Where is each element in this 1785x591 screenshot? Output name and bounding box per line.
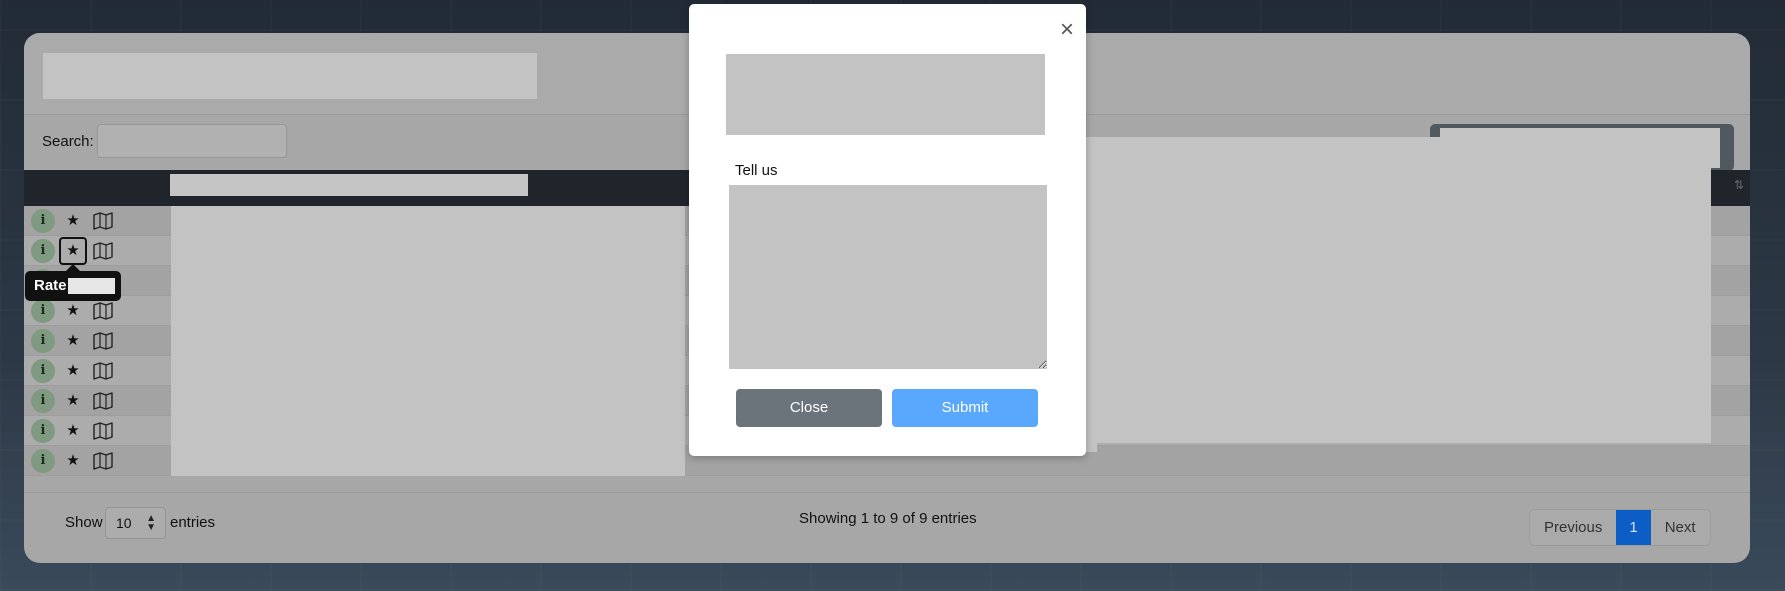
star-icon[interactable]: ★ [59,297,87,325]
star-icon[interactable]: ★ [59,327,87,355]
feedback-modal: × Tell us Close Submit [689,4,1086,456]
map-icon[interactable] [92,240,114,262]
map-icon[interactable] [92,420,114,442]
sort-icon[interactable]: ⇅ [1734,178,1744,192]
page-title-redacted [43,53,537,99]
star-icon[interactable]: ★ [59,387,87,415]
star-icon[interactable]: ★ [59,417,87,445]
map-icon[interactable] [92,450,114,472]
info-icon[interactable]: i [31,239,55,263]
map-icon[interactable] [92,300,114,322]
map-icon[interactable] [92,330,114,352]
entries-label: entries [170,514,216,531]
tooltip-redacted [68,278,115,294]
info-icon[interactable]: i [31,389,55,413]
previous-page-button[interactable]: Previous [1530,510,1617,545]
page-1-button[interactable]: 1 [1616,510,1651,545]
close-icon[interactable]: × [1060,18,1074,42]
info-icon[interactable]: i [31,209,55,233]
pagination: Previous 1 Next [1529,509,1711,546]
next-page-button[interactable]: Next [1650,510,1710,545]
footer-divider [24,492,1750,493]
submit-button[interactable]: Submit [892,389,1038,427]
feedback-label: Tell us [735,162,778,179]
rate-tooltip: Rate [25,264,121,301]
map-icon[interactable] [92,210,114,232]
map-icon[interactable] [92,360,114,382]
select-caret-icon: ▲ ▼ [146,513,156,533]
info-icon[interactable]: i [31,359,55,383]
star-icon[interactable]: ★ [59,237,87,265]
info-icon[interactable]: i [31,419,55,443]
feedback-textarea[interactable] [729,185,1047,369]
star-icon[interactable]: ★ [59,357,87,385]
star-icon[interactable]: ★ [59,447,87,475]
close-button[interactable]: Close [736,389,882,427]
search-input[interactable] [97,124,287,158]
info-icon[interactable]: i [31,449,55,473]
info-icon[interactable]: i [31,329,55,353]
modal-heading-redacted [726,54,1045,135]
show-label: Show [65,514,103,531]
star-icon[interactable]: ★ [59,207,87,235]
column-cells-redacted [171,206,685,476]
page-size-select[interactable]: 10 ▲ ▼ [105,507,166,539]
map-icon[interactable] [92,390,114,412]
page-size-value: 10 [116,515,132,531]
search-label: Search: [42,133,94,150]
info-icon[interactable]: i [31,299,55,323]
column-header-redacted[interactable] [170,174,528,196]
table-info: Showing 1 to 9 of 9 entries [799,510,977,527]
tooltip-label: Rate [34,277,67,294]
